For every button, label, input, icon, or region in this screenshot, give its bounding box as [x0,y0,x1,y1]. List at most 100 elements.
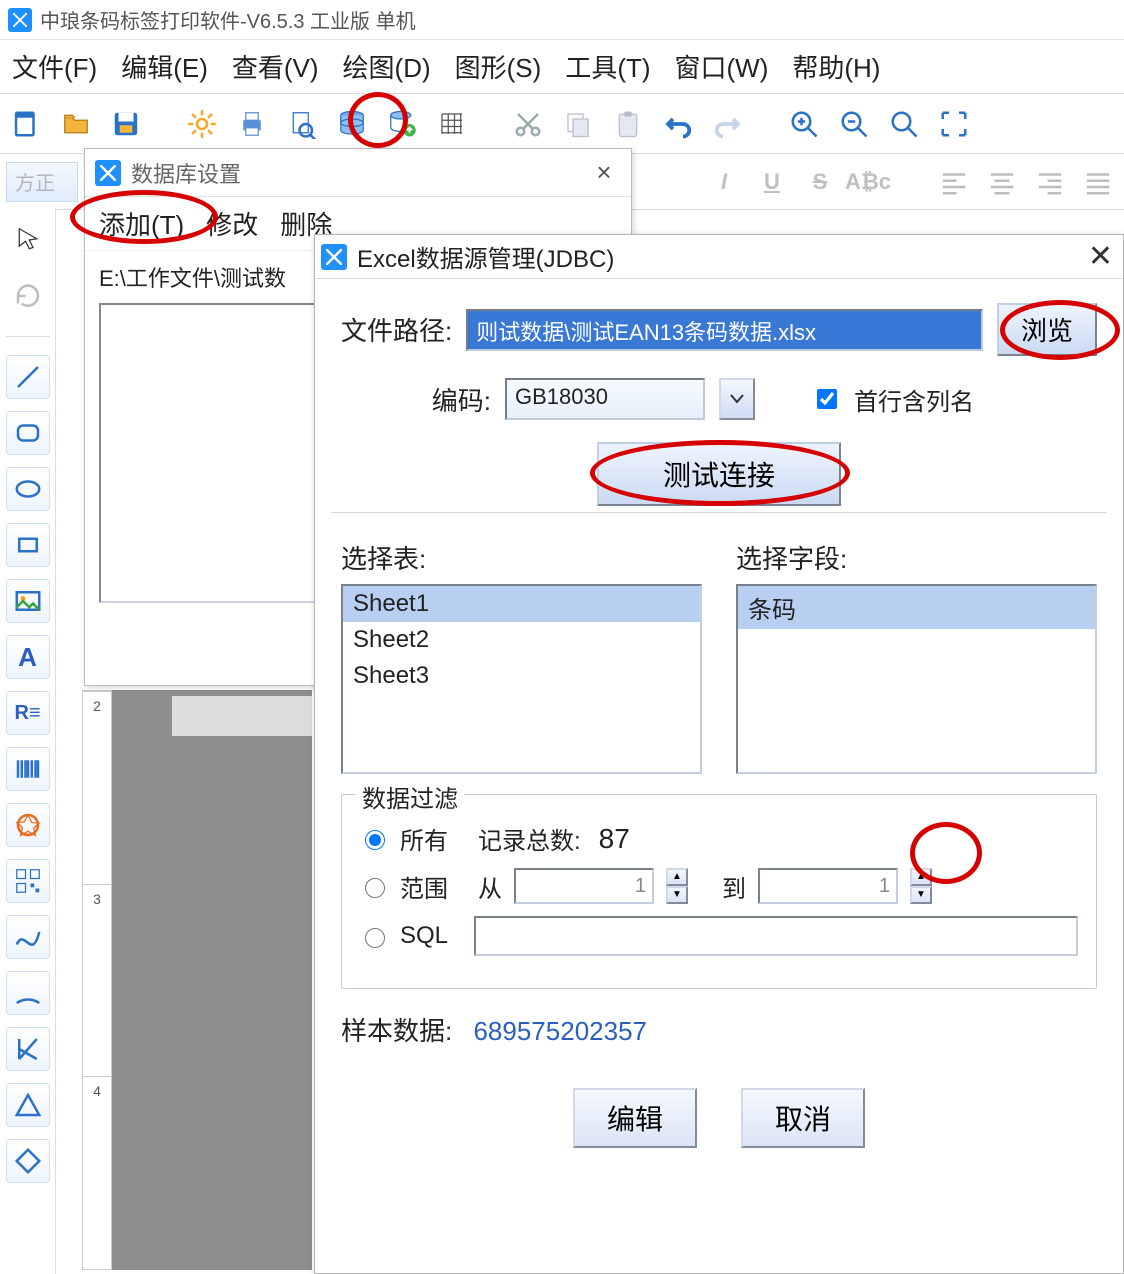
vertical-toolbar: A R≡ [0,208,56,1274]
spin-down-icon[interactable]: ▼ [666,886,688,904]
print-button[interactable] [232,104,272,144]
new-file-icon [11,109,41,139]
menu-window[interactable]: 窗口(W) [675,48,769,85]
filter-all-radio[interactable] [365,830,385,850]
preview-button[interactable] [282,104,322,144]
range-from-input[interactable] [514,868,654,904]
dialog-icon [321,244,347,270]
menu-edit[interactable]: 编辑(E) [121,48,208,85]
paste-icon [613,109,643,139]
canvas-area[interactable] [112,690,312,1270]
file-path-input[interactable]: 则试数据\测试EAN13条码数据.xlsx [466,309,983,351]
text-tool[interactable]: A [6,635,50,679]
db-add-menu[interactable]: 添加(T) [99,205,184,242]
qrcode-icon [13,866,43,896]
range-from-label: 从 [478,869,502,904]
spinner-from[interactable]: ▲▼ [666,868,688,904]
cut-button[interactable] [508,104,548,144]
zoom-fit-button[interactable] [884,104,924,144]
copy-button[interactable] [558,104,598,144]
gear-icon [187,109,217,139]
record-total-value: 87 [599,823,630,855]
rotate-tool[interactable] [6,274,50,318]
grid-button[interactable] [432,104,472,144]
filter-sql-radio[interactable] [365,928,385,948]
first-row-checkbox[interactable] [817,389,837,409]
field-listbox[interactable]: 条码 [736,584,1097,774]
diamond-tool[interactable] [6,1139,50,1183]
filter-legend: 数据过滤 [356,779,464,814]
align-right-icon [1035,167,1065,197]
spin-down-icon[interactable]: ▼ [910,886,932,904]
settings-button[interactable] [182,104,222,144]
save-button[interactable] [106,104,146,144]
align-center-icon [987,167,1017,197]
list-item[interactable]: Sheet3 [343,658,700,694]
zoom-in-icon [789,109,819,139]
edit-button[interactable]: 编辑 [573,1088,697,1148]
encoding-select[interactable]: GB18030 [505,378,705,420]
table-listbox[interactable]: Sheet1 Sheet2 Sheet3 [341,584,702,774]
polygon-tool[interactable] [6,803,50,847]
rect-tool[interactable] [6,523,50,567]
align-justify-button[interactable] [1078,162,1118,202]
zoom-region-button[interactable] [934,104,974,144]
browse-button[interactable]: 浏览 [997,303,1097,356]
range-to-input[interactable] [758,868,898,904]
paste-button[interactable] [608,104,648,144]
spin-up-icon[interactable]: ▲ [666,868,688,886]
sample-label: 样本数据: [341,1016,452,1046]
menu-tool[interactable]: 工具(T) [565,48,650,85]
font-selector[interactable]: 方正舒 [6,162,78,202]
encoding-dropdown-button[interactable] [719,378,755,420]
database-add-button[interactable] [382,104,422,144]
align-center-button[interactable] [982,162,1022,202]
align-right-button[interactable] [1030,162,1070,202]
database-button[interactable] [332,104,372,144]
menu-shape[interactable]: 图形(S) [455,48,542,85]
menu-help[interactable]: 帮助(H) [792,48,880,85]
spin-up-icon[interactable]: ▲ [910,868,932,886]
corner-icon [13,1034,43,1064]
richtext-tool[interactable]: R≡ [6,691,50,735]
list-item[interactable]: Sheet2 [343,622,700,658]
zoom-in-button[interactable] [784,104,824,144]
filter-fieldset: 数据过滤 所有 记录总数: 87 范围 从 ▲▼ 到 ▲▼ SQL [341,794,1097,989]
zoom-out-button[interactable] [834,104,874,144]
qrcode-tool[interactable] [6,859,50,903]
triangle-tool[interactable] [6,1083,50,1127]
line-tool[interactable] [6,355,50,399]
menu-file[interactable]: 文件(F) [12,48,97,85]
italic-button[interactable]: I [704,162,744,202]
filter-range-radio[interactable] [365,878,385,898]
dialog-title: 数据库设置 [131,157,241,189]
pointer-tool[interactable] [6,218,50,262]
list-item[interactable]: 条码 [738,586,1095,629]
close-button[interactable]: × [587,157,621,188]
barcode-tool[interactable] [6,747,50,791]
open-file-button[interactable] [56,104,96,144]
ellipse-tool[interactable] [6,467,50,511]
align-left-button[interactable] [934,162,974,202]
cancel-button[interactable]: 取消 [741,1088,865,1148]
image-tool[interactable] [6,579,50,623]
shape-K-tool[interactable] [6,1027,50,1071]
list-item[interactable]: Sheet1 [343,586,700,622]
arc-tool[interactable] [6,971,50,1015]
new-file-button[interactable] [6,104,46,144]
arc-icon [13,978,43,1008]
spinner-to[interactable]: ▲▼ [910,868,932,904]
sql-input[interactable] [474,916,1078,956]
undo-button[interactable] [658,104,698,144]
curve-tool[interactable] [6,915,50,959]
menu-view[interactable]: 查看(V) [232,48,319,85]
menu-draw[interactable]: 绘图(D) [343,48,431,85]
db-modify-menu[interactable]: 修改 [206,205,258,242]
redo-button[interactable] [708,104,748,144]
abc-button[interactable]: A₿c [848,162,888,202]
strike-button[interactable]: S [800,162,840,202]
round-rect-tool[interactable] [6,411,50,455]
close-button[interactable]: ✕ [1088,239,1113,274]
underline-button[interactable]: U [752,162,792,202]
test-connection-button[interactable]: 测试连接 [597,442,841,506]
